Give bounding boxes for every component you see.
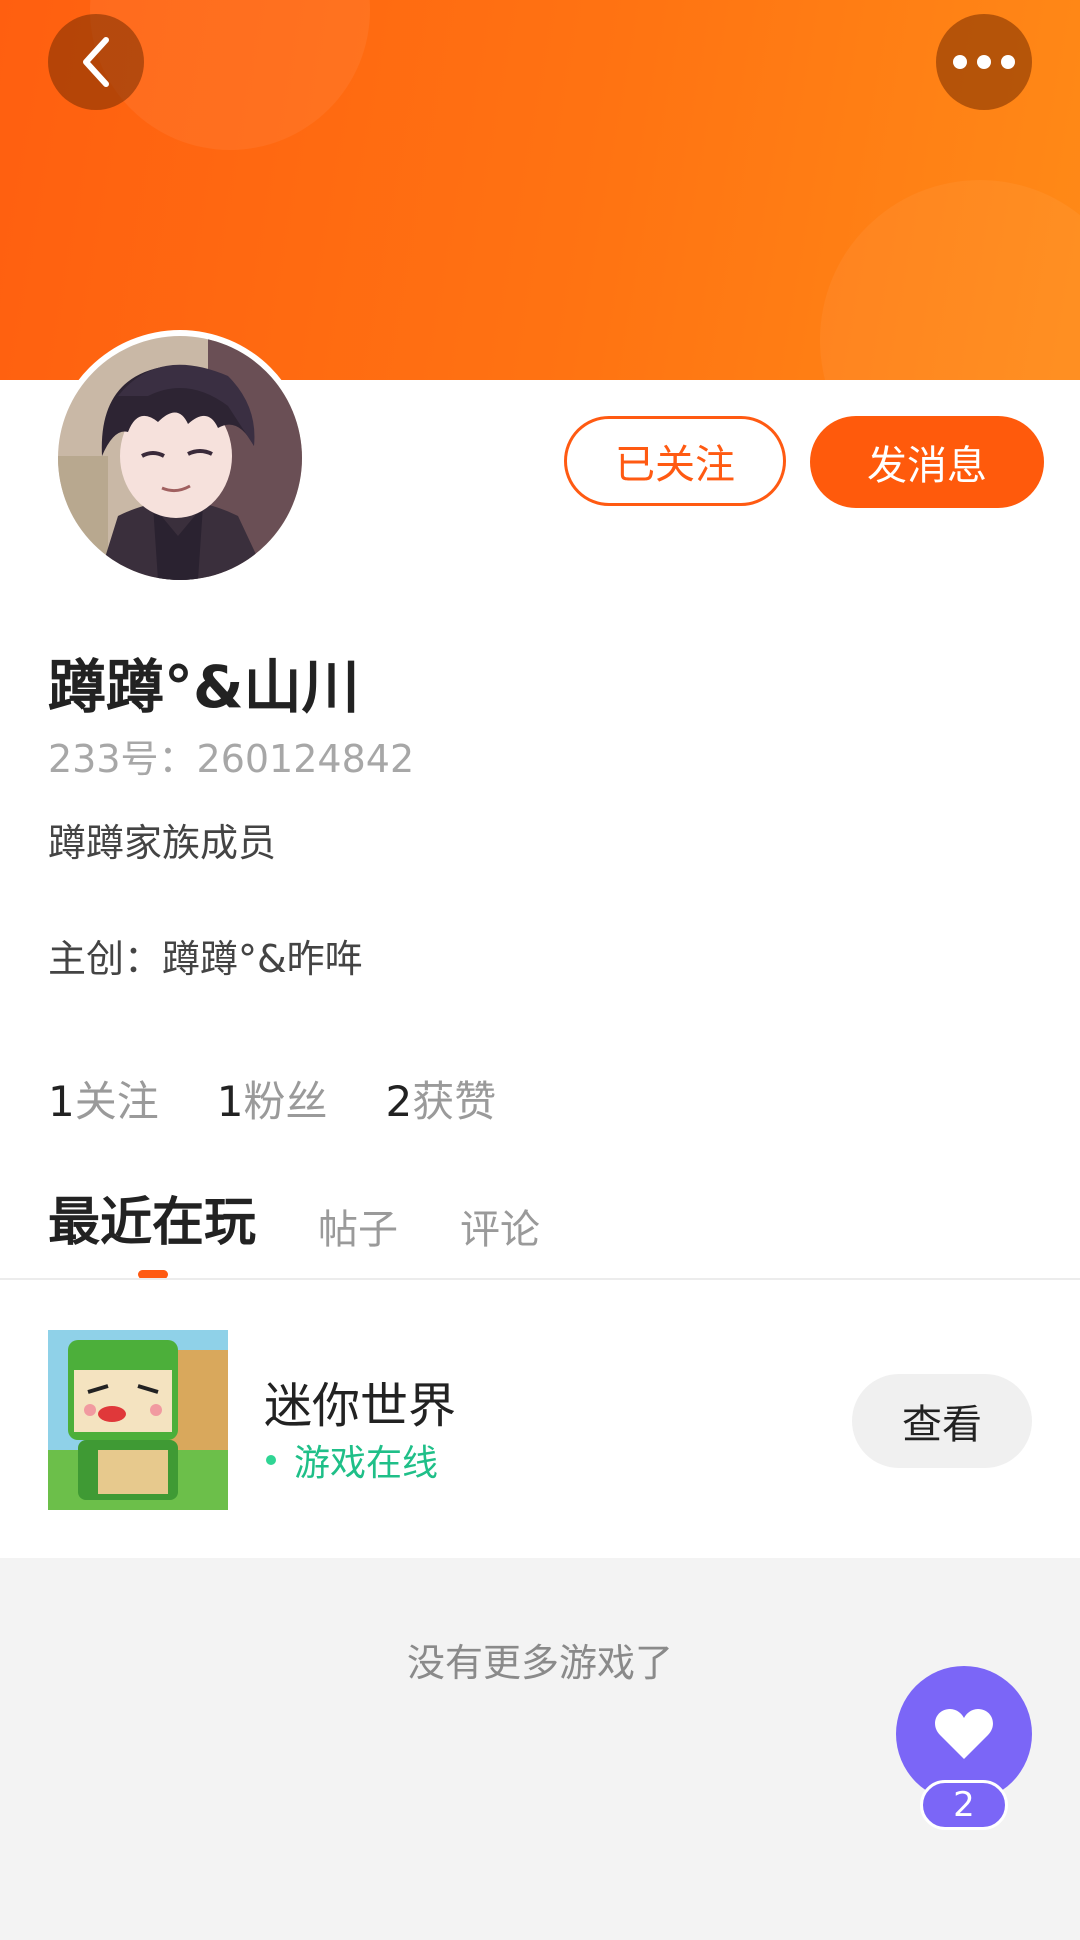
game-cover-image <box>48 1330 228 1510</box>
tab-comments[interactable]: 评论 <box>460 1197 540 1255</box>
more-button[interactable] <box>936 14 1032 110</box>
chevron-left-icon <box>83 37 109 87</box>
followed-label: 已关注 <box>615 442 735 488</box>
bio: 蹲蹲家族成员 <box>48 821 277 865</box>
back-button[interactable] <box>48 14 144 110</box>
nickname: 蹲蹲°&山川 <box>48 653 360 721</box>
stat-followers[interactable]: 1粉丝 <box>217 1068 328 1129</box>
stat-followers-count: 1 <box>216 1077 244 1126</box>
tab-posts[interactable]: 帖子 <box>318 1197 398 1255</box>
stat-likes-count: 2 <box>385 1077 413 1126</box>
game-title: 迷你世界 <box>264 1378 457 1434</box>
stat-following[interactable]: 1关注 <box>48 1068 159 1129</box>
no-more-games-text: 没有更多游戏了 <box>406 1641 673 1685</box>
send-message-label: 发消息 <box>867 443 987 489</box>
like-count-badge: 2 <box>920 1780 1008 1830</box>
stat-following-count: 1 <box>48 1077 75 1126</box>
view-game-button[interactable]: 查看 <box>852 1374 1032 1468</box>
avatar-image <box>58 336 302 580</box>
creator-line: 主创：蹲蹲°&昨哖 <box>48 937 363 981</box>
view-game-label: 查看 <box>902 1402 982 1448</box>
stat-likes-label: 获赞 <box>412 1077 497 1126</box>
followed-button[interactable]: 已关注 <box>564 416 786 506</box>
online-dot-icon <box>266 1455 276 1465</box>
more-dots-icon <box>953 55 1015 69</box>
game-icon[interactable] <box>48 1330 228 1510</box>
profile-banner <box>0 0 1080 380</box>
stats-row: 1关注 1粉丝 2获赞 <box>48 1068 496 1129</box>
stat-followers-label: 粉丝 <box>243 1077 328 1126</box>
user-id: 233号：260124842 <box>48 737 415 781</box>
game-status: 游戏在线 <box>266 1434 438 1486</box>
profile-tabs: 最近在玩 帖子 评论 <box>48 1180 540 1255</box>
game-status-text: 游戏在线 <box>294 1443 439 1484</box>
stat-likes[interactable]: 2获赞 <box>386 1068 497 1129</box>
tab-recently-played[interactable]: 最近在玩 <box>48 1180 256 1255</box>
stat-following-label: 关注 <box>74 1077 159 1126</box>
heart-icon <box>935 1709 993 1759</box>
game-list-item[interactable]: 迷你世界 游戏在线 查看 <box>0 1280 1080 1558</box>
avatar[interactable] <box>52 330 308 586</box>
send-message-button[interactable]: 发消息 <box>810 416 1044 508</box>
